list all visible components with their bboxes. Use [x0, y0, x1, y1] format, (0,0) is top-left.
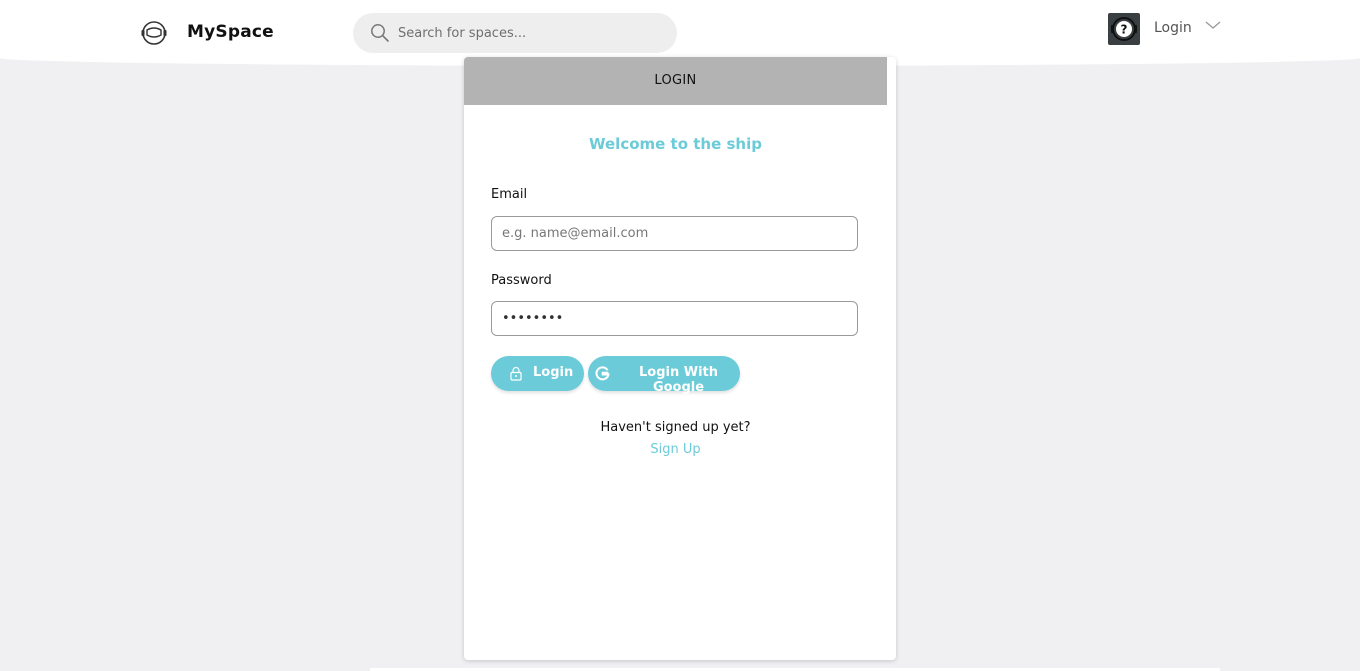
signup-prompt: Haven't signed up yet? — [600, 420, 751, 435]
lock-icon — [510, 366, 522, 381]
login-with-google-button[interactable]: Login With Google — [588, 356, 740, 395]
password-field[interactable] — [491, 301, 858, 336]
search-icon — [371, 24, 389, 42]
login-card: LOGIN Welcome to the ship Email Password… — [464, 57, 896, 660]
search-bar — [353, 13, 677, 53]
astronaut-helmet-icon[interactable] — [140, 19, 168, 47]
svg-text:?: ? — [1121, 23, 1128, 37]
email-field[interactable] — [491, 216, 858, 251]
email-label: Email — [491, 187, 528, 202]
password-label: Password — [491, 273, 552, 288]
signup-link[interactable]: Sign Up — [464, 442, 887, 457]
chevron-down-icon[interactable] — [1204, 18, 1222, 32]
login-tab-header: LOGIN — [464, 57, 887, 105]
login-button-label: Login — [533, 365, 574, 380]
welcome-heading: Welcome to the ship — [589, 135, 762, 153]
avatar-question-icon: ? — [1111, 17, 1137, 41]
search-input[interactable] — [398, 13, 658, 53]
avatar[interactable]: ? — [1108, 13, 1140, 45]
brand-name[interactable]: MySpace — [187, 22, 274, 42]
login-button[interactable]: Login — [491, 356, 584, 391]
google-button-label: Login With Google — [638, 365, 719, 395]
user-login-menu[interactable]: Login — [1154, 20, 1192, 36]
google-icon — [595, 366, 610, 381]
